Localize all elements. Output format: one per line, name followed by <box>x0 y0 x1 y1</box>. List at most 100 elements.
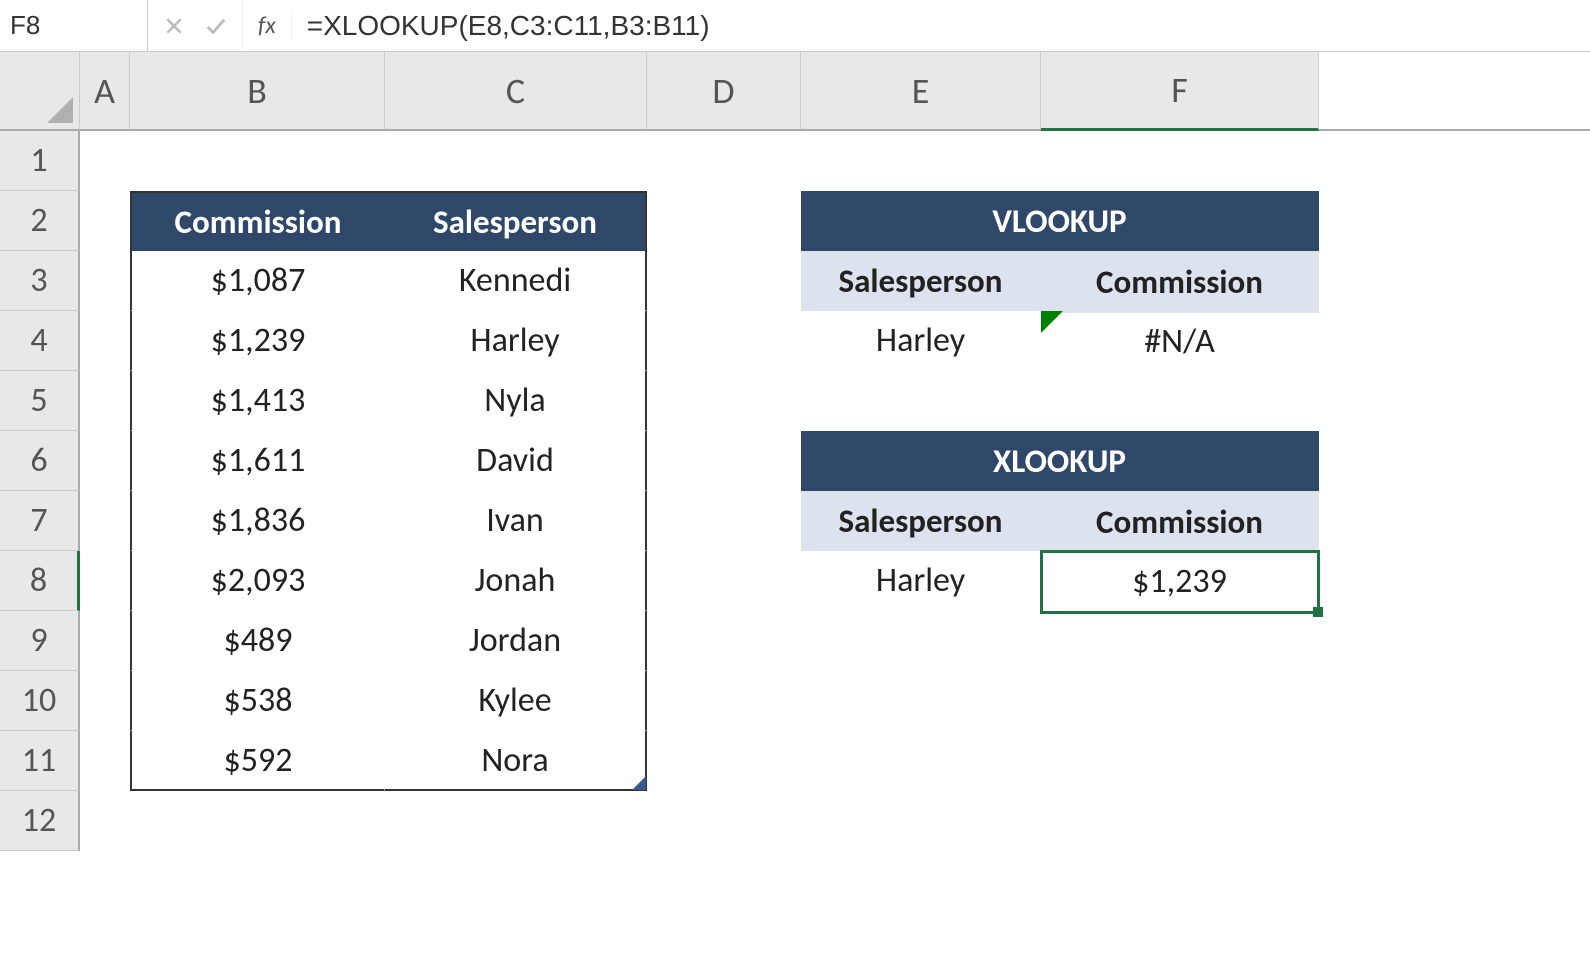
table-cell[interactable]: Nyla <box>385 371 647 431</box>
vlookup-salesperson-header[interactable]: Salesperson <box>801 251 1041 311</box>
cell[interactable] <box>647 671 801 731</box>
table-cell[interactable]: Jonah <box>385 551 647 611</box>
commission-header[interactable]: Commission <box>130 191 385 251</box>
xlookup-commission-value[interactable]: $1,239 <box>1041 551 1319 613</box>
enter-icon[interactable] <box>205 15 227 37</box>
select-all-corner[interactable] <box>0 52 80 131</box>
table-cell[interactable]: Harley <box>385 311 647 371</box>
table-cell[interactable]: $592 <box>130 731 385 791</box>
table-cell[interactable]: $1,611 <box>130 431 385 491</box>
table-cell[interactable]: $538 <box>130 671 385 731</box>
table-cell[interactable]: Jordan <box>385 611 647 671</box>
cell[interactable] <box>1041 671 1319 733</box>
table-cell[interactable]: Kennedi <box>385 251 647 311</box>
salesperson-header[interactable]: Salesperson <box>385 191 647 251</box>
cell[interactable] <box>647 491 801 551</box>
row-header-9[interactable]: 9 <box>0 611 80 671</box>
cell[interactable] <box>801 671 1041 731</box>
row-header-5[interactable]: 5 <box>0 371 80 431</box>
cell[interactable] <box>801 131 1041 191</box>
row-header-2[interactable]: 2 <box>0 191 80 251</box>
cell[interactable] <box>80 551 130 611</box>
table-cell[interactable]: Kylee <box>385 671 647 731</box>
cell[interactable] <box>647 431 801 491</box>
cell[interactable] <box>647 371 801 431</box>
row-header-1[interactable]: 1 <box>0 131 80 191</box>
cancel-icon[interactable] <box>163 15 185 37</box>
cell[interactable] <box>80 371 130 431</box>
xlookup-commission-header[interactable]: Commission <box>1041 491 1319 553</box>
cell[interactable] <box>80 311 130 371</box>
row-header-4[interactable]: 4 <box>0 311 80 371</box>
cell[interactable] <box>1041 131 1319 193</box>
cell[interactable] <box>801 731 1041 791</box>
row-header-7[interactable]: 7 <box>0 491 80 551</box>
cell[interactable] <box>80 791 130 851</box>
table-cell[interactable]: Nora <box>385 731 647 791</box>
cell[interactable] <box>80 731 130 791</box>
col-header-d[interactable]: D <box>647 52 801 129</box>
fx-label[interactable]: fx <box>243 11 292 40</box>
cell[interactable] <box>385 131 647 191</box>
cell[interactable] <box>80 431 130 491</box>
formula-bar-buttons <box>148 0 243 51</box>
grid[interactable]: Commission Salesperson VLOOKUP $1,087 Ke… <box>80 131 1590 851</box>
cell[interactable] <box>801 611 1041 671</box>
xlookup-salesperson-header[interactable]: Salesperson <box>801 491 1041 551</box>
vlookup-title[interactable]: VLOOKUP <box>801 191 1319 251</box>
cell[interactable] <box>647 311 801 371</box>
table-cell[interactable]: $489 <box>130 611 385 671</box>
row-header-8[interactable]: 8 <box>0 551 80 611</box>
col-header-b[interactable]: B <box>130 52 385 129</box>
col-header-c[interactable]: C <box>385 52 647 129</box>
vlookup-salesperson-value[interactable]: Harley <box>801 311 1041 371</box>
vlookup-commission-header[interactable]: Commission <box>1041 251 1319 313</box>
cell[interactable] <box>647 251 801 311</box>
cell[interactable] <box>1041 731 1319 793</box>
cell[interactable] <box>801 791 1041 851</box>
xlookup-salesperson-value[interactable]: Harley <box>801 551 1041 611</box>
row-header-3[interactable]: 3 <box>0 251 80 311</box>
cell[interactable] <box>647 791 801 851</box>
cell[interactable] <box>80 131 130 191</box>
cell[interactable] <box>647 551 801 611</box>
cell[interactable] <box>80 251 130 311</box>
cell[interactable] <box>1041 371 1319 433</box>
row-header-6[interactable]: 6 <box>0 431 80 491</box>
col-header-e[interactable]: E <box>801 52 1041 129</box>
table-cell[interactable]: $1,413 <box>130 371 385 431</box>
col-header-f[interactable]: F <box>1041 52 1319 131</box>
cell[interactable] <box>1041 611 1319 673</box>
cell[interactable] <box>80 611 130 671</box>
table-cell[interactable]: $1,087 <box>130 251 385 311</box>
cell[interactable] <box>80 191 130 251</box>
row-header-10[interactable]: 10 <box>0 671 80 731</box>
table-cell[interactable]: David <box>385 431 647 491</box>
row-header-11[interactable]: 11 <box>0 731 80 791</box>
sheet-area: 1 2 3 4 5 6 7 8 9 10 11 12 A B C D E F <box>0 52 1590 966</box>
cell[interactable] <box>647 731 801 791</box>
cell[interactable] <box>80 491 130 551</box>
cell[interactable] <box>130 791 385 851</box>
row-header-12[interactable]: 12 <box>0 791 80 851</box>
row-headers: 1 2 3 4 5 6 7 8 9 10 11 12 <box>0 131 80 851</box>
cell[interactable] <box>80 671 130 731</box>
table-cell[interactable]: $1,239 <box>130 311 385 371</box>
table-cell[interactable]: $2,093 <box>130 551 385 611</box>
cell[interactable] <box>801 371 1041 431</box>
table-cell[interactable]: Ivan <box>385 491 647 551</box>
formula-bar: fx <box>0 0 1590 52</box>
cell[interactable] <box>647 191 801 251</box>
formula-input[interactable] <box>292 10 1590 42</box>
cell[interactable] <box>385 791 647 851</box>
xlookup-title[interactable]: XLOOKUP <box>801 431 1319 491</box>
col-header-a[interactable]: A <box>80 52 130 129</box>
name-box-container <box>0 0 148 51</box>
column-headers: A B C D E F <box>80 52 1590 131</box>
cell[interactable] <box>130 131 385 191</box>
cell[interactable] <box>647 611 801 671</box>
table-cell[interactable]: $1,836 <box>130 491 385 551</box>
vlookup-commission-value[interactable]: #N/A <box>1041 311 1319 373</box>
cell[interactable] <box>1041 791 1319 853</box>
cell[interactable] <box>647 131 801 191</box>
